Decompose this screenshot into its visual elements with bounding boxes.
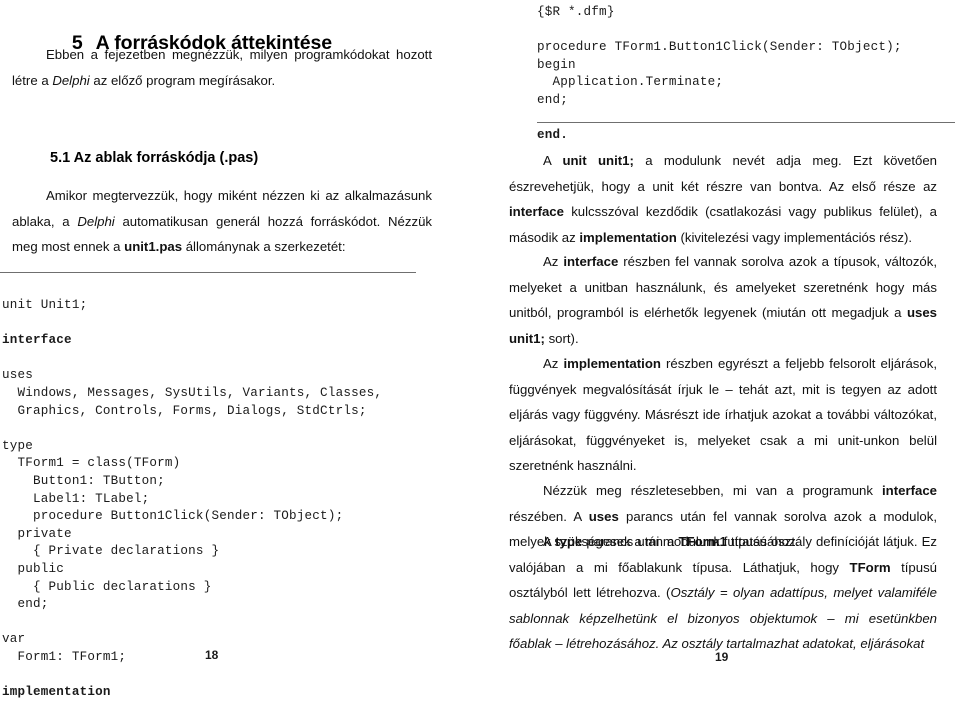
body-paragraph: Az implementation részben egyrészt a fel… — [509, 351, 937, 479]
code-line: Application.Terminate; — [537, 75, 724, 90]
intro-paragraph: Ebben a fejezetben megnézzük, milyen pro… — [12, 42, 432, 93]
code-line: end; — [537, 92, 569, 107]
text-run-normal: A — [543, 534, 556, 549]
body-paragraph: A type parancs után a TForm1 típusú oszt… — [509, 529, 937, 657]
code-line: var — [2, 632, 26, 647]
code-line: { Private declarations } — [2, 544, 220, 559]
text-run-normal: részében. A — [509, 508, 589, 524]
code-line: begin — [537, 57, 576, 72]
code-block-implementation: {$R *.dfm} procedure TForm1.Button1Click… — [537, 4, 902, 145]
text-run-bold: interface — [882, 483, 937, 498]
text-run-italic: Delphi — [52, 72, 90, 88]
subsection-heading: 5.1 Az ablak forráskódja (.pas) — [50, 150, 259, 166]
text-run-bold: uses — [588, 508, 619, 524]
body-paragraph: A unit unit1; a modulunk nevét adja meg.… — [509, 148, 937, 250]
code-line: procedure Button1Click(Sender: TObject); — [2, 509, 344, 524]
text-run-bold: type — [555, 534, 583, 549]
text-run-normal: részben egyrészt a feljebb felsorolt elj… — [509, 356, 937, 473]
text-run-bold: TForm — [849, 559, 891, 575]
code-block-unit1-pas: unit Unit1; interface uses Windows, Mess… — [2, 297, 382, 702]
code-line: Graphics, Controls, Forms, Dialogs, StdC… — [2, 403, 367, 418]
code-line: implementation — [2, 685, 111, 700]
text-run-normal: az előző program megírásakor. — [89, 72, 276, 88]
code-line: Label1: TLabel; — [2, 491, 150, 506]
page-number-right: 19 — [715, 650, 729, 664]
subsection-paragraph: Amikor megtervezzük, hogy miként nézzen … — [12, 183, 432, 260]
text-run-normal: Nézzük meg részletesebben, mi van a prog… — [543, 483, 883, 498]
text-run-bold: implementation — [563, 356, 661, 371]
page-right: {$R *.dfm} procedure TForm1.Button1Click… — [480, 0, 960, 688]
code-line: Button1: TButton; — [2, 473, 165, 488]
code-line: public — [2, 561, 65, 576]
page-number-left: 18 — [205, 648, 219, 662]
text-run-normal: állománynak a szerkezetét: — [182, 239, 346, 254]
code-line: uses — [2, 368, 34, 383]
text-run-normal: parancs után a — [582, 534, 679, 549]
code-line: private — [2, 526, 72, 541]
code-line: Form1: TForm1; — [2, 649, 127, 664]
text-run-normal: Az — [543, 254, 564, 269]
text-run-bold: implementation — [579, 229, 677, 245]
text-run-normal: (kivitelezési vagy implementációs rész). — [676, 229, 913, 245]
text-run-normal: A — [543, 153, 563, 168]
text-run-bold: interface — [509, 204, 564, 219]
text-run-bold: unit1.pas — [124, 239, 183, 254]
code-line: TForm1 = class(TForm) — [2, 456, 181, 471]
text-run-bold: interface — [563, 254, 619, 269]
code-line: { Public declarations } — [2, 579, 212, 594]
text-run-italic: Delphi — [77, 213, 115, 229]
code-divider-rule-right — [537, 122, 955, 123]
code-line: end. — [537, 128, 569, 143]
text-run-normal: Az — [543, 356, 564, 371]
code-line: type — [2, 438, 34, 453]
code-line: end; — [2, 597, 49, 612]
body-paragraph: Az interface részben fel vannak sorolva … — [509, 249, 937, 351]
code-line: unit Unit1; — [2, 298, 88, 312]
page-left: 5A forráskódok áttekintése Ebben a fejez… — [0, 0, 480, 699]
code-line: Windows, Messages, SysUtils, Variants, C… — [2, 385, 383, 400]
text-run-bold: unit unit1; — [562, 153, 634, 168]
text-run-bold: TForm1 — [678, 534, 727, 549]
code-divider-rule — [0, 272, 416, 273]
two-page-spread: 5A forráskódok áttekintése Ebben a fejez… — [0, 0, 960, 699]
code-line: procedure TForm1.Button1Click(Sender: TO… — [537, 40, 902, 55]
code-line: {$R *.dfm} — [537, 5, 615, 19]
code-line: interface — [2, 333, 72, 348]
text-run-normal: sort). — [544, 330, 579, 346]
